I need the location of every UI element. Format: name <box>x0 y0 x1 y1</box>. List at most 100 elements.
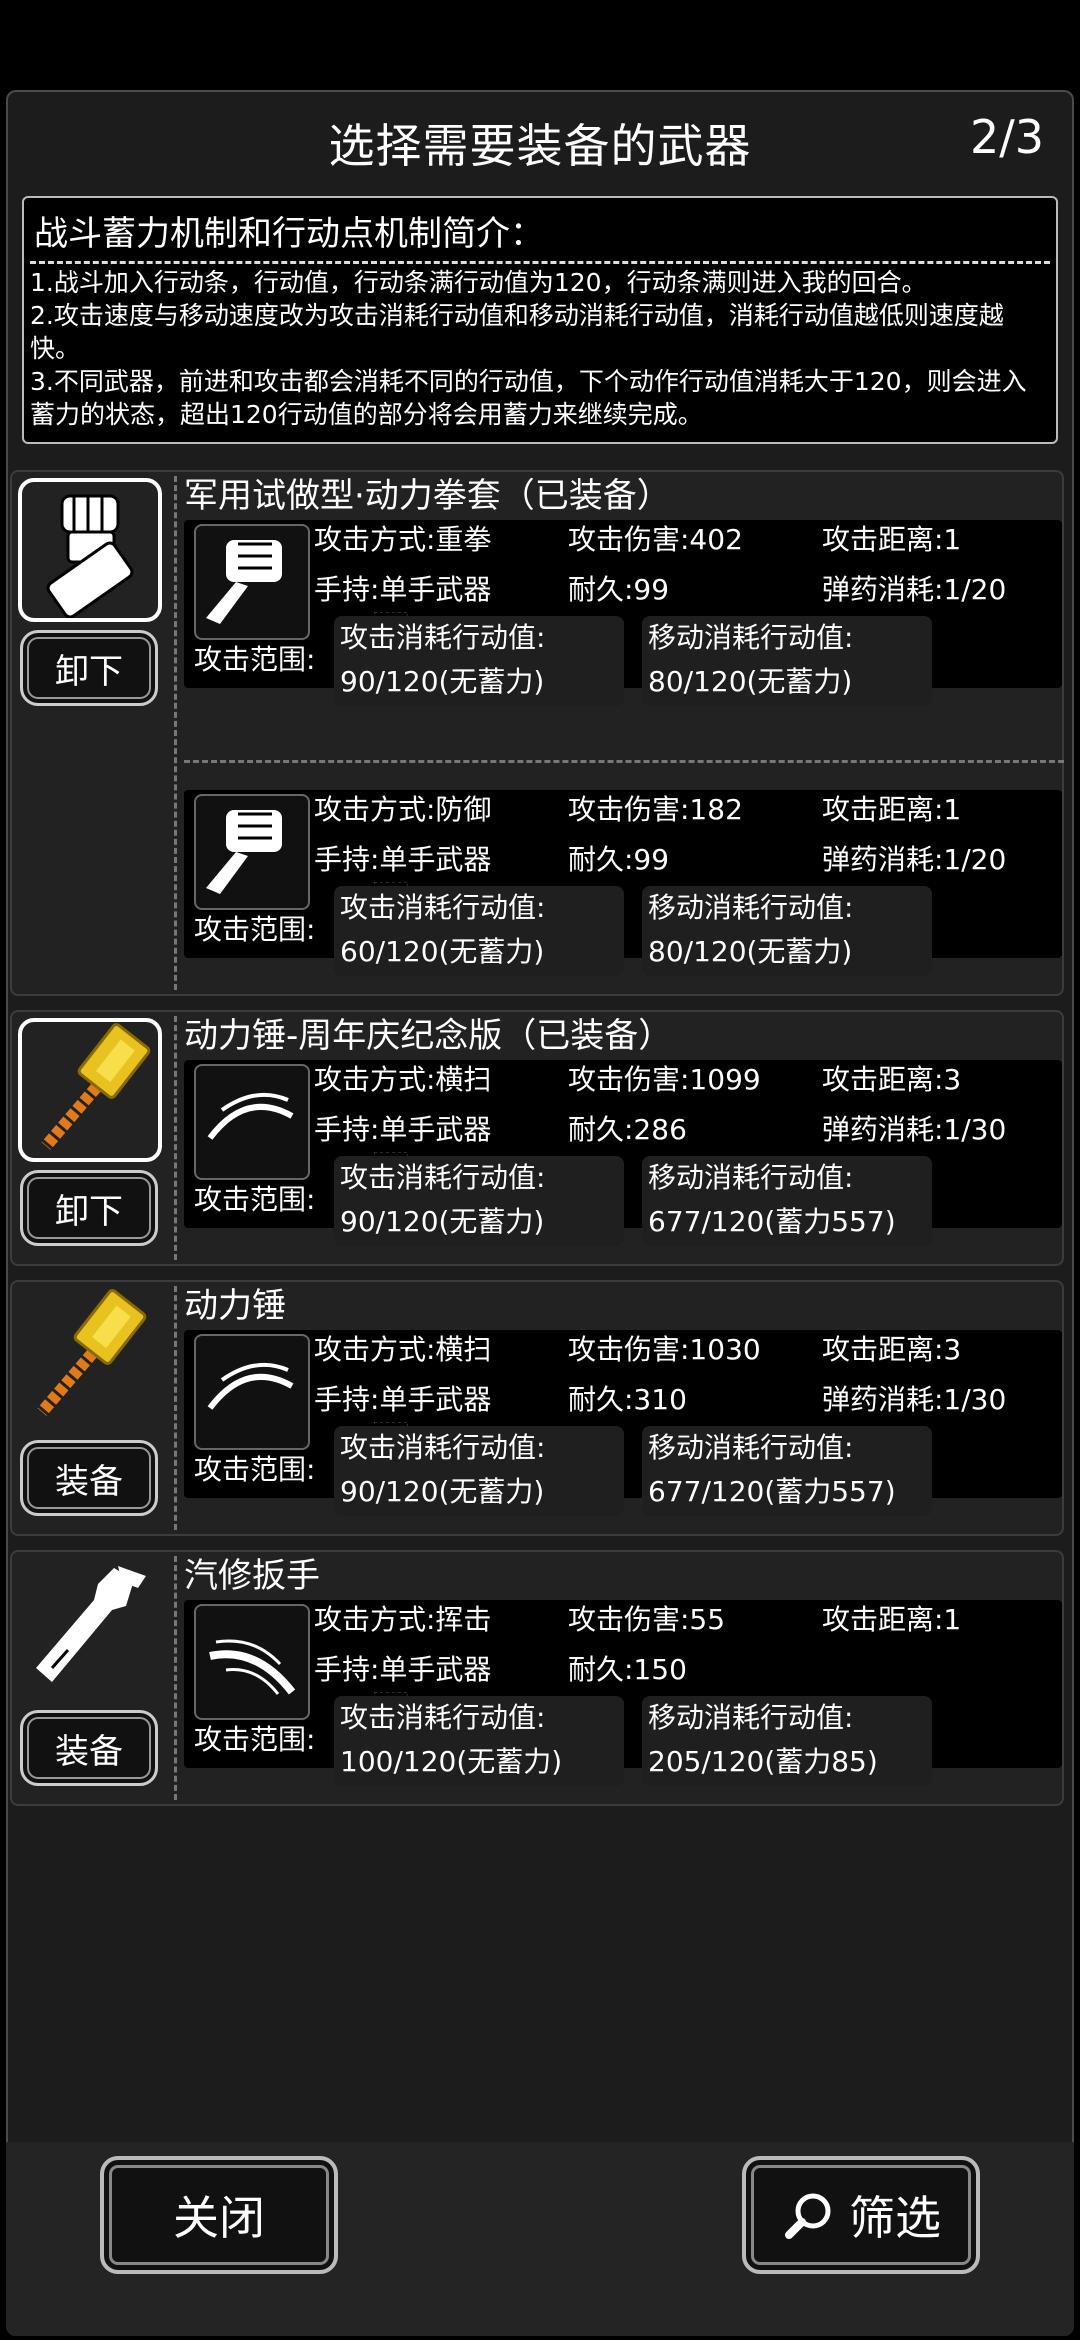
attack-cost-box: 攻击消耗行动值: 60/120(无蓄力) <box>334 886 624 976</box>
weapon-item-gauntlet[interactable]: 卸下 军用试做型·动力拳套（已装备） 攻击方式:重拳 攻击伤害:402 攻击距离… <box>10 470 1064 996</box>
equip-button[interactable]: 装备 <box>20 1710 158 1786</box>
durability: 耐久:286 <box>568 1113 687 1146</box>
move-cost-value: 80/120(无蓄力) <box>648 665 853 698</box>
attack-damage: 攻击伤害:182 <box>568 793 743 826</box>
page-title: 选择需要装备的武器 <box>328 119 752 173</box>
ammo-cost: 弹药消耗:1/30 <box>822 1113 1007 1146</box>
filter-button[interactable]: 筛选 <box>742 2156 980 2274</box>
attack-damage: 攻击伤害:402 <box>568 523 743 556</box>
attack-cost-box: 攻击消耗行动值: 100/120(无蓄力) <box>334 1696 624 1786</box>
intro-title: 战斗蓄力机制和行动点机制简介： <box>30 206 1050 264</box>
weapon-item-anniversary-hammer[interactable]: 卸下 动力锤-周年庆纪念版（已装备） 攻击方式:横扫 攻击伤害:1099 攻击距… <box>10 1010 1064 1266</box>
header: 选择需要装备的武器 2/3 <box>8 92 1072 184</box>
move-cost-box: 移动消耗行动值: 677/120(蓄力557) <box>642 1156 932 1246</box>
range-label: 攻击范围: <box>194 643 316 676</box>
range-label: 攻击范围: <box>194 1183 316 1216</box>
attack-cost-label: 攻击消耗行动值: <box>340 1701 546 1734</box>
attack-distance: 攻击距离:3 <box>822 1063 962 1096</box>
attack-method: 攻击方式:横扫 <box>314 1063 492 1096</box>
attack-cost-label: 攻击消耗行动值: <box>340 891 546 924</box>
weapon-name: 汽修扳手 <box>184 1556 320 1596</box>
fist-icon <box>194 524 310 640</box>
attack-method: 攻击方式:挥击 <box>314 1603 492 1636</box>
unequip-button[interactable]: 卸下 <box>20 630 158 706</box>
move-cost-label: 移动消耗行动值: <box>648 1701 854 1734</box>
attack-cost-value: 90/120(无蓄力) <box>340 665 545 698</box>
filter-label: 筛选 <box>849 2191 941 2245</box>
attack-cost-value: 100/120(无蓄力) <box>340 1745 563 1778</box>
weapon-name: 动力锤-周年庆纪念版（已装备） <box>184 1016 673 1056</box>
attack-cost-value: 90/120(无蓄力) <box>340 1205 545 1238</box>
search-icon <box>781 2187 837 2243</box>
attack-mode-swing: 攻击方式:挥击 攻击伤害:55 攻击距离:1 手持:单手武器 耐久:150 攻击… <box>184 1600 1062 1786</box>
weapon-item-wrench[interactable]: 装备 汽修扳手 攻击方式:挥击 攻击伤害:55 攻击距离:1 手持:单手武器 耐… <box>10 1550 1064 1806</box>
move-cost-box: 移动消耗行动值: 677/120(蓄力557) <box>642 1426 932 1516</box>
durability: 耐久:99 <box>568 843 670 876</box>
ammo-cost: 弹药消耗:1/30 <box>822 1383 1007 1416</box>
weapon-name: 军用试做型·动力拳套（已装备） <box>184 476 671 516</box>
power-gauntlet-icon <box>18 478 162 622</box>
move-cost-value: 205/120(蓄力85) <box>648 1745 878 1778</box>
mode-separator <box>184 760 1064 763</box>
attack-distance: 攻击距离:1 <box>822 793 962 826</box>
weapon-item-power-hammer[interactable]: 装备 动力锤 攻击方式:横扫 攻击伤害:1030 攻击距离:3 手持:单手武器 … <box>10 1280 1064 1536</box>
range-label: 攻击范围: <box>194 1453 316 1486</box>
attack-method: 攻击方式:横扫 <box>314 1333 492 1366</box>
equip-button[interactable]: 装备 <box>20 1440 158 1516</box>
close-button[interactable]: 关闭 <box>100 2156 338 2274</box>
durability: 耐久:310 <box>568 1383 687 1416</box>
attack-cost-box: 攻击消耗行动值: 90/120(无蓄力) <box>334 1156 624 1246</box>
page-indicator: 2/3 <box>969 110 1044 164</box>
attack-mode-punch: 攻击方式:重拳 攻击伤害:402 攻击距离:1 手持:单手武器 耐久:99 弹药… <box>184 520 1062 706</box>
move-cost-box: 移动消耗行动值: 80/120(无蓄力) <box>642 616 932 706</box>
attack-cost-box: 攻击消耗行动值: 90/120(无蓄力) <box>334 616 624 706</box>
attack-damage: 攻击伤害:55 <box>568 1603 726 1636</box>
move-cost-label: 移动消耗行动值: <box>648 891 854 924</box>
hold-type: 手持:单手武器 <box>314 1383 492 1416</box>
attack-method: 攻击方式:防御 <box>314 793 492 826</box>
move-cost-value: 677/120(蓄力557) <box>648 1205 896 1238</box>
weapon-name: 动力锤 <box>184 1286 286 1326</box>
fist-icon <box>194 794 310 910</box>
intro-line-1: 1.战斗加入行动条，行动值，行动条满行动值为120，行动条满则进入我的回合。 <box>30 268 927 297</box>
move-cost-box: 移动消耗行动值: 205/120(蓄力85) <box>642 1696 932 1786</box>
hold-type: 手持:单手武器 <box>314 843 492 876</box>
attack-mode-sweep: 攻击方式:横扫 攻击伤害:1030 攻击距离:3 手持:单手武器 耐久:310 … <box>184 1330 1062 1516</box>
attack-cost-label: 攻击消耗行动值: <box>340 621 546 654</box>
durability: 耐久:99 <box>568 573 670 606</box>
sweep-icon <box>194 1334 310 1450</box>
attack-method: 攻击方式:重拳 <box>314 523 492 556</box>
wrench-icon <box>18 1558 162 1702</box>
move-cost-value: 677/120(蓄力557) <box>648 1475 896 1508</box>
intro-line-3: 3.不同武器，前进和攻击都会消耗不同的行动值，下个动作行动值消耗大于120，则会… <box>30 367 1027 429</box>
ammo-cost: 弹药消耗:1/20 <box>822 843 1007 876</box>
mechanics-intro: 战斗蓄力机制和行动点机制简介： 1.战斗加入行动条，行动值，行动条满行动值为12… <box>22 196 1058 444</box>
intro-line-2: 2.攻击速度与移动速度改为攻击消耗行动值和移动消耗行动值，消耗行动值越低则速度越… <box>30 301 1004 363</box>
ammo-cost: 弹药消耗:1/20 <box>822 573 1007 606</box>
sweep-icon <box>194 1064 310 1180</box>
move-cost-label: 移动消耗行动值: <box>648 621 854 654</box>
attack-damage: 攻击伤害:1099 <box>568 1063 761 1096</box>
attack-distance: 攻击距离:3 <box>822 1333 962 1366</box>
hold-type: 手持:单手武器 <box>314 573 492 606</box>
power-hammer-icon <box>18 1288 162 1432</box>
attack-cost-label: 攻击消耗行动值: <box>340 1431 546 1464</box>
move-cost-label: 移动消耗行动值: <box>648 1161 854 1194</box>
attack-cost-box: 攻击消耗行动值: 90/120(无蓄力) <box>334 1426 624 1516</box>
move-cost-box: 移动消耗行动值: 80/120(无蓄力) <box>642 886 932 976</box>
hold-type: 手持:单手武器 <box>314 1653 492 1686</box>
durability: 耐久:150 <box>568 1653 687 1686</box>
move-cost-value: 80/120(无蓄力) <box>648 935 853 968</box>
attack-distance: 攻击距离:1 <box>822 1603 962 1636</box>
attack-cost-value: 60/120(无蓄力) <box>340 935 545 968</box>
attack-mode-sweep: 攻击方式:横扫 攻击伤害:1099 攻击距离:3 手持:单手武器 耐久:286 … <box>184 1060 1062 1246</box>
range-label: 攻击范围: <box>194 1723 316 1756</box>
attack-distance: 攻击距离:1 <box>822 523 962 556</box>
attack-mode-defend: 攻击方式:防御 攻击伤害:182 攻击距离:1 手持:单手武器 耐久:99 弹药… <box>184 790 1062 976</box>
range-label: 攻击范围: <box>194 913 316 946</box>
attack-cost-label: 攻击消耗行动值: <box>340 1161 546 1194</box>
swing-icon <box>194 1604 310 1720</box>
move-cost-label: 移动消耗行动值: <box>648 1431 854 1464</box>
hold-type: 手持:单手武器 <box>314 1113 492 1146</box>
unequip-button[interactable]: 卸下 <box>20 1170 158 1246</box>
